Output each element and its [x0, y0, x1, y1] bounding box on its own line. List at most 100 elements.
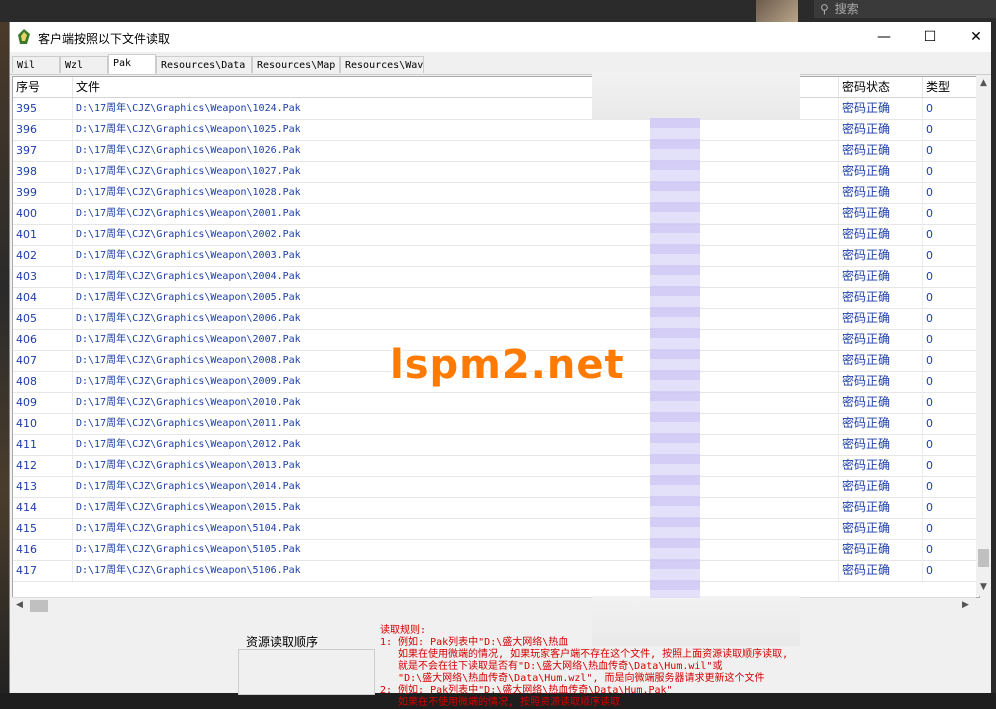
table-row[interactable]: 400 D:\17周年\CJZ\Graphics\Weapon\2001.Pak 密… — [13, 203, 979, 225]
table-row[interactable]: 413 D:\17周年\CJZ\Graphics\Weapon\2014.Pak 密… — [13, 476, 979, 498]
tab-pak[interactable]: Pak — [108, 54, 156, 74]
row-password-status: 密码正确 — [839, 560, 923, 581]
row-file-path: D:\17周年\CJZ\Graphics\Weapon\2014.Pak — [73, 476, 839, 497]
row-index: 416 — [13, 539, 73, 560]
table-row[interactable]: 396 D:\17周年\CJZ\Graphics\Weapon\1025.Pak 密… — [13, 119, 979, 141]
row-index: 414 — [13, 497, 73, 518]
table-row[interactable]: 398 D:\17周年\CJZ\Graphics\Weapon\1027.Pak 密… — [13, 161, 979, 183]
scroll-down-icon[interactable]: ▼ — [980, 582, 987, 592]
minimize-button[interactable]: — — [861, 22, 907, 52]
search-placeholder: 搜索 — [834, 2, 859, 16]
row-password-status: 密码正确 — [839, 539, 923, 560]
table-row[interactable]: 414 D:\17周年\CJZ\Graphics\Weapon\2015.Pak 密… — [13, 497, 979, 519]
tab-resources-wav[interactable]: Resources\Wav — [340, 56, 424, 73]
row-type: 0 — [923, 203, 979, 224]
table-row[interactable]: 399 D:\17周年\CJZ\Graphics\Weapon\1028.Pak 密… — [13, 182, 979, 204]
row-type: 0 — [923, 518, 979, 539]
table-row[interactable]: 404 D:\17周年\CJZ\Graphics\Weapon\2005.Pak 密… — [13, 287, 979, 309]
table-row[interactable]: 412 D:\17周年\CJZ\Graphics\Weapon\2013.Pak 密… — [13, 455, 979, 477]
row-password-status: 密码正确 — [839, 518, 923, 539]
row-index: 396 — [13, 119, 73, 140]
row-type: 0 — [923, 434, 979, 455]
resource-order-list[interactable] — [238, 649, 375, 695]
desktop-taskbar: ⚲ 搜索 — [0, 0, 996, 22]
row-type: 0 — [923, 119, 979, 140]
row-file-path: D:\17周年\CJZ\Graphics\Weapon\5106.Pak — [73, 560, 839, 581]
tab-resources-data[interactable]: Resources\Data — [156, 56, 252, 73]
table-row[interactable]: 402 D:\17周年\CJZ\Graphics\Weapon\2003.Pak 密… — [13, 245, 979, 267]
row-index: 413 — [13, 476, 73, 497]
table-row[interactable]: 397 D:\17周年\CJZ\Graphics\Weapon\1026.Pak 密… — [13, 140, 979, 162]
table-row[interactable]: 401 D:\17周年\CJZ\Graphics\Weapon\2002.Pak 密… — [13, 224, 979, 246]
title-bar: 客户端按照以下文件读取 — ☐ ✕ — [10, 22, 991, 52]
row-index: 398 — [13, 161, 73, 182]
row-file-path: D:\17周年\CJZ\Graphics\Weapon\1026.Pak — [73, 140, 839, 161]
row-file-path: D:\17周年\CJZ\Graphics\Weapon\2005.Pak — [73, 287, 839, 308]
row-index: 405 — [13, 308, 73, 329]
row-password-status: 密码正确 — [839, 392, 923, 413]
scroll-left-icon[interactable]: ◀ — [16, 600, 23, 610]
row-type: 0 — [923, 140, 979, 161]
row-index: 409 — [13, 392, 73, 413]
vertical-scrollbar[interactable]: ▲ ▼ — [976, 76, 991, 596]
row-file-path: D:\17周年\CJZ\Graphics\Weapon\2003.Pak — [73, 245, 839, 266]
table-row[interactable]: 409 D:\17周年\CJZ\Graphics\Weapon\2010.Pak 密… — [13, 392, 979, 414]
horizontal-scrollbar[interactable]: ◀ ▶ — [12, 597, 976, 614]
table-row[interactable]: 417 D:\17周年\CJZ\Graphics\Weapon\5106.Pak 密… — [13, 560, 979, 582]
close-button[interactable]: ✕ — [953, 22, 996, 52]
table-row[interactable]: 416 D:\17周年\CJZ\Graphics\Weapon\5105.Pak 密… — [13, 539, 979, 561]
row-index: 401 — [13, 224, 73, 245]
table-row[interactable]: 411 D:\17周年\CJZ\Graphics\Weapon\2012.Pak 密… — [13, 434, 979, 456]
row-password-status: 密码正确 — [839, 119, 923, 140]
table-row[interactable]: 403 D:\17周年\CJZ\Graphics\Weapon\2004.Pak 密… — [13, 266, 979, 288]
table-row[interactable]: 395 D:\17周年\CJZ\Graphics\Weapon\1024.Pak 密… — [13, 98, 979, 120]
row-password-status: 密码正确 — [839, 371, 923, 392]
horizontal-scroll-thumb[interactable] — [30, 600, 48, 612]
column-header-type[interactable]: 类型 — [923, 77, 979, 97]
row-index: 408 — [13, 371, 73, 392]
maximize-button[interactable]: ☐ — [907, 22, 953, 52]
search-icon: ⚲ — [820, 2, 829, 16]
tab-resources-map[interactable]: Resources\Map — [252, 56, 340, 73]
bottom-panel: 资源读取顺序 读取规则: 1: 例如: Pak列表中"D:\盛大网络\热血 如果… — [10, 615, 991, 708]
row-file-path: D:\17周年\CJZ\Graphics\Weapon\1028.Pak — [73, 182, 839, 203]
redacted-area-bottom — [592, 596, 800, 646]
table-row[interactable]: 405 D:\17周年\CJZ\Graphics\Weapon\2006.Pak 密… — [13, 308, 979, 330]
row-password-status: 密码正确 — [839, 413, 923, 434]
row-password-status: 密码正确 — [839, 434, 923, 455]
row-password-status: 密码正确 — [839, 182, 923, 203]
file-list-table[interactable]: 序号 文件 密码状态 类型 395 D:\17周年\CJZ\Graphics\We… — [12, 76, 980, 598]
scroll-up-icon[interactable]: ▲ — [980, 78, 987, 88]
row-type: 0 — [923, 497, 979, 518]
row-file-path: D:\17周年\CJZ\Graphics\Weapon\2001.Pak — [73, 203, 839, 224]
row-file-path: D:\17周年\CJZ\Graphics\Weapon\2006.Pak — [73, 308, 839, 329]
row-index: 397 — [13, 140, 73, 161]
app-window: 客户端按照以下文件读取 — ☐ ✕ Wil Wzl Pak Resources\… — [9, 22, 991, 708]
avatar[interactable] — [756, 0, 798, 22]
redacted-area-top — [592, 72, 800, 120]
row-password-status: 密码正确 — [839, 245, 923, 266]
tab-wil[interactable]: Wil — [12, 56, 60, 73]
row-password-status: 密码正确 — [839, 350, 923, 371]
column-header-index[interactable]: 序号 — [13, 77, 73, 97]
row-file-path: D:\17周年\CJZ\Graphics\Weapon\1027.Pak — [73, 161, 839, 182]
scroll-right-icon[interactable]: ▶ — [962, 600, 969, 610]
tab-bar: Wil Wzl Pak Resources\Data Resources\Map… — [10, 54, 991, 75]
window-title: 客户端按照以下文件读取 — [38, 32, 171, 46]
row-file-path: D:\17周年\CJZ\Graphics\Weapon\2010.Pak — [73, 392, 839, 413]
row-index: 406 — [13, 329, 73, 350]
row-type: 0 — [923, 98, 979, 119]
row-file-path: D:\17周年\CJZ\Graphics\Weapon\2004.Pak — [73, 266, 839, 287]
watermark-text: lspm2.net — [390, 342, 625, 388]
table-row[interactable]: 415 D:\17周年\CJZ\Graphics\Weapon\5104.Pak 密… — [13, 518, 979, 540]
column-header-status[interactable]: 密码状态 — [839, 77, 923, 97]
tab-wzl[interactable]: Wzl — [60, 56, 108, 73]
row-index: 412 — [13, 455, 73, 476]
search-input[interactable]: ⚲ 搜索 — [814, 0, 996, 18]
row-file-path: D:\17周年\CJZ\Graphics\Weapon\2011.Pak — [73, 413, 839, 434]
vertical-scroll-thumb[interactable] — [978, 549, 989, 567]
row-type: 0 — [923, 476, 979, 497]
table-header: 序号 文件 密码状态 类型 — [13, 77, 979, 98]
table-row[interactable]: 410 D:\17周年\CJZ\Graphics\Weapon\2011.Pak 密… — [13, 413, 979, 435]
row-file-path: D:\17周年\CJZ\Graphics\Weapon\2002.Pak — [73, 224, 839, 245]
